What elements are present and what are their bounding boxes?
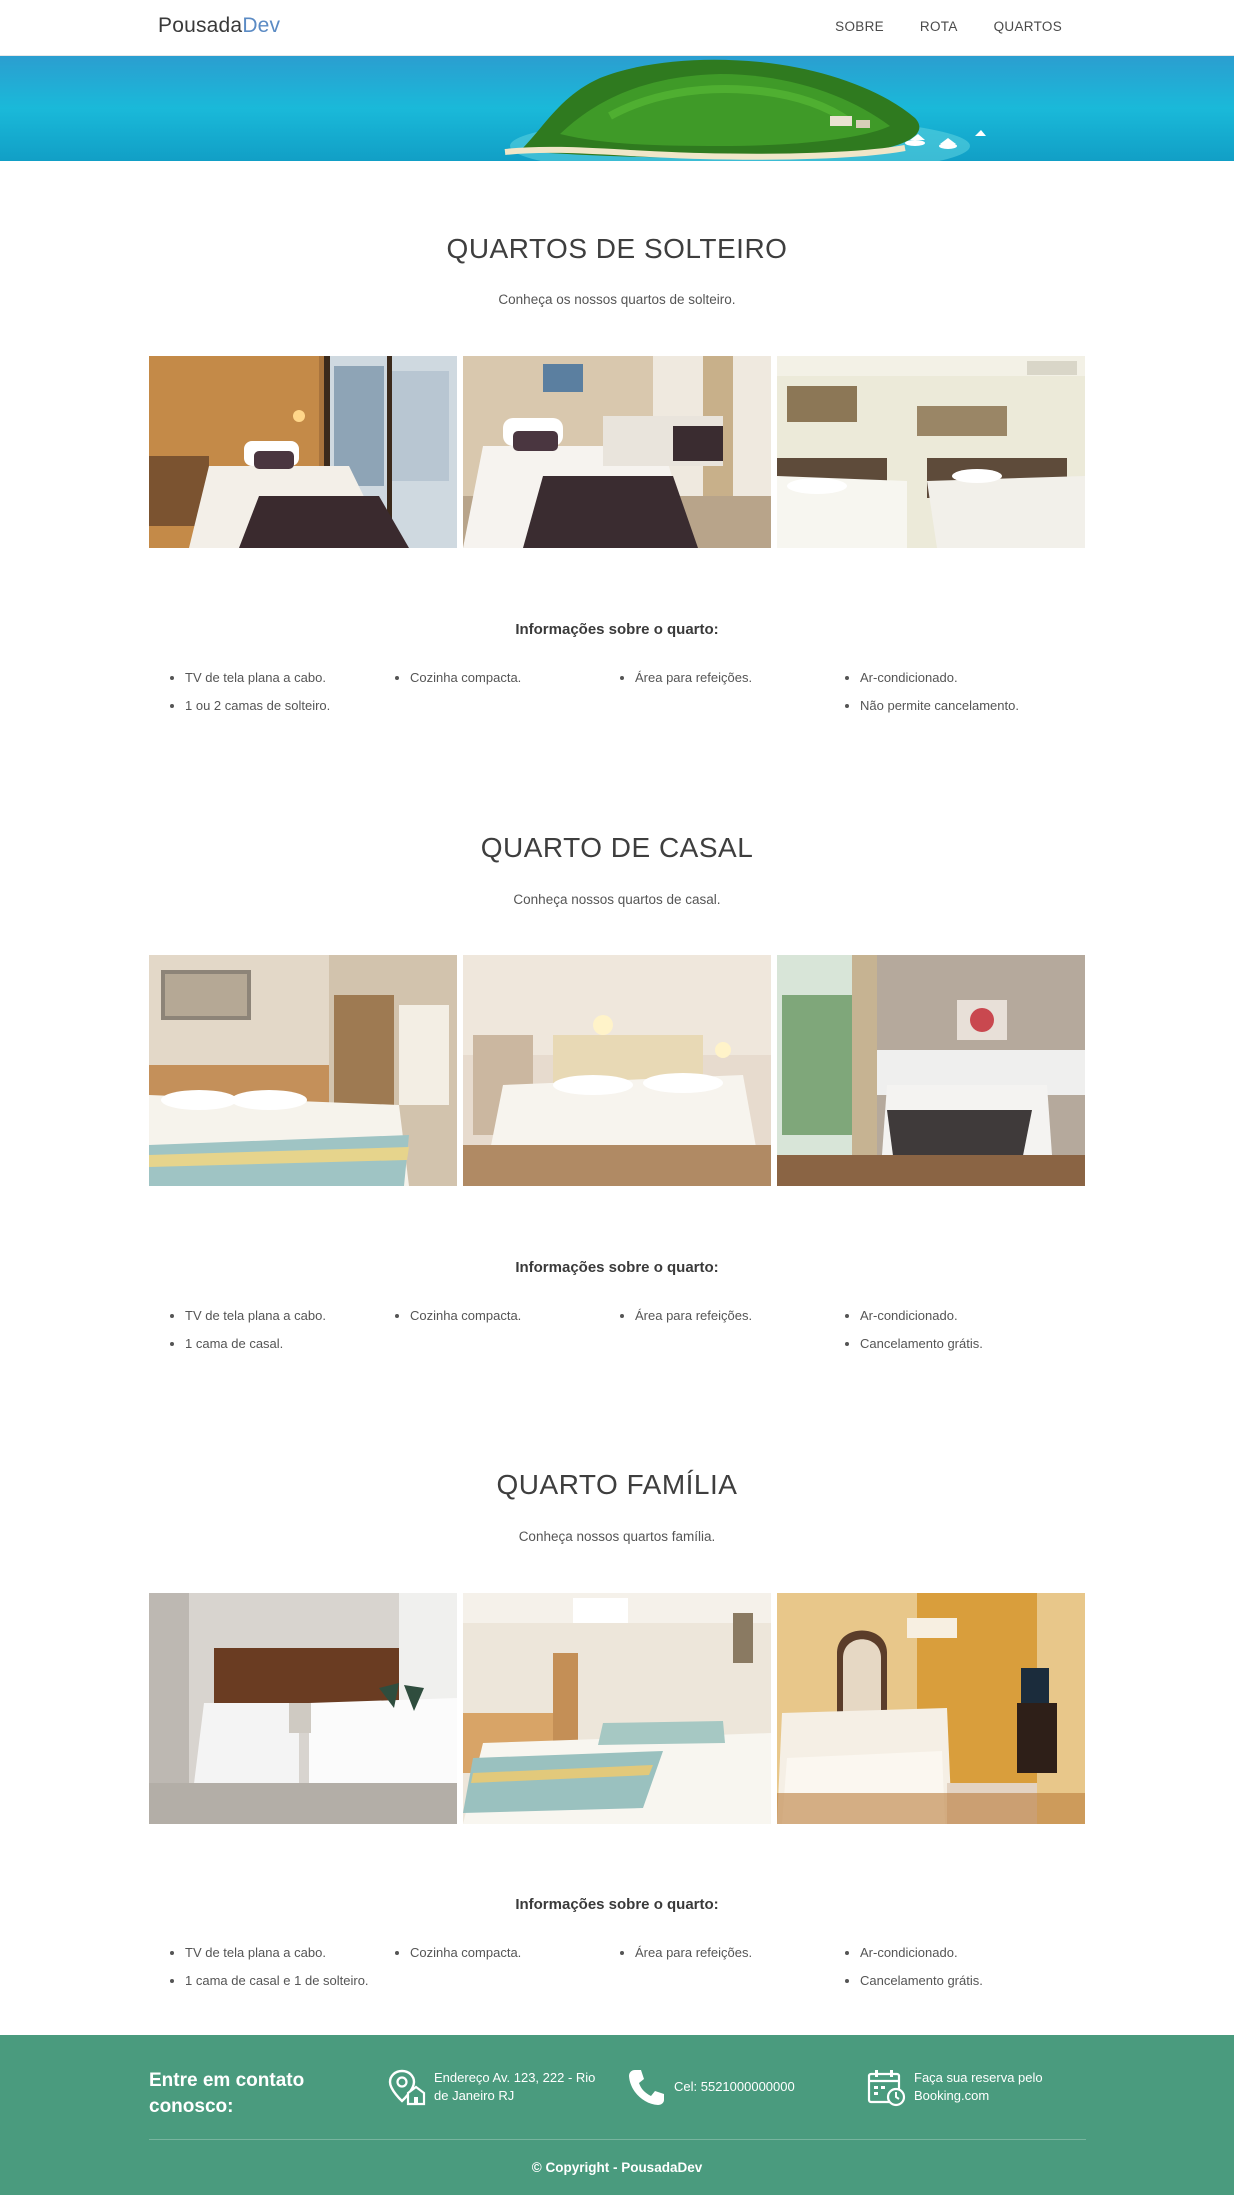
footer-contact-title: Entre em contato conosco: [149, 2070, 305, 2117]
info-title-familia: Informações sobre o quarto: [515, 1896, 719, 1913]
footer-divider [149, 2139, 1086, 2140]
list-item: 1 cama de casal. [185, 1330, 374, 1358]
footer-phone: Cel: 5521000000000 [626, 2067, 849, 2107]
calendar-icon [866, 2067, 906, 2107]
gallery-casal [149, 955, 1086, 1186]
brand-main: Pousada [158, 14, 243, 37]
footer-booking-text[interactable]: Faça sua reserva pelo Booking.com [914, 2069, 1089, 2105]
section-subtitle-familia: Conheça nossos quartos família. [518, 1529, 716, 1544]
list-item: Cancelamento grátis. [860, 1967, 1049, 1995]
list-item: 1 ou 2 camas de solteiro. [185, 692, 374, 720]
hero-banner [0, 56, 1234, 161]
info-title-solteiro: Informações sobre o quarto: [515, 621, 719, 638]
room-photo[interactable] [149, 955, 457, 1186]
list-item: Cozinha compacta. [410, 1939, 599, 1967]
list-item: Não permite cancelamento. [860, 692, 1049, 720]
room-photo[interactable] [463, 1593, 771, 1824]
nav-menu: SOBRE ROTA QUARTOS [799, 19, 1062, 34]
list-item: Ar-condicionado. [860, 1302, 1049, 1330]
nav-link-quartos[interactable]: QUARTOS [994, 19, 1062, 34]
island-image [0, 56, 1234, 161]
footer-copyright: © Copyright - PousadaDev [531, 2160, 703, 2175]
nav-link-sobre[interactable]: SOBRE [835, 19, 884, 34]
brand-logo[interactable]: PousadaDev [158, 14, 280, 38]
footer: Entre em contato conosco: Endereço Av. 1… [0, 2035, 1234, 2195]
room-photo[interactable] [463, 356, 771, 548]
room-photo[interactable] [777, 356, 1085, 548]
list-item: TV de tela plana a cabo. [185, 1939, 374, 1967]
footer-booking: Faça sua reserva pelo Booking.com [866, 2067, 1089, 2107]
list-item: Cozinha compacta. [410, 1302, 599, 1330]
section-subtitle-casal: Conheça nossos quartos de casal. [513, 892, 721, 907]
room-photo[interactable] [463, 955, 771, 1186]
room-photo[interactable] [777, 1593, 1085, 1824]
section-subtitle-solteiro: Conheça os nossos quartos de solteiro. [498, 292, 736, 307]
info-list-casal: TV de tela plana a cabo. 1 cama de casal… [149, 1302, 1086, 1358]
room-photo[interactable] [777, 955, 1085, 1186]
location-icon [386, 2067, 426, 2107]
footer-address: Endereço Av. 123, 222 - Rio de Janeiro R… [386, 2067, 609, 2107]
list-item: Cozinha compacta. [410, 664, 599, 692]
room-photo[interactable] [149, 356, 457, 548]
phone-icon [626, 2067, 666, 2107]
list-item: Área para refeições. [635, 1939, 824, 1967]
list-item: Ar-condicionado. [860, 1939, 1049, 1967]
list-item: Cancelamento grátis. [860, 1330, 1049, 1358]
footer-phone-text: Cel: 5521000000000 [674, 2079, 795, 2094]
list-item: 1 cama de casal e 1 de solteiro. [185, 1967, 374, 1995]
info-list-solteiro: TV de tela plana a cabo. 1 ou 2 camas de… [149, 664, 1086, 720]
footer-address-text: Endereço Av. 123, 222 - Rio de Janeiro R… [434, 2070, 596, 2103]
info-title-casal: Informações sobre o quarto: [515, 1259, 719, 1276]
gallery-solteiro [149, 356, 1086, 548]
gallery-familia [149, 1593, 1086, 1824]
list-item: TV de tela plana a cabo. [185, 1302, 374, 1330]
list-item: Área para refeições. [635, 1302, 824, 1330]
nav-link-rota[interactable]: ROTA [920, 19, 958, 34]
info-list-familia: TV de tela plana a cabo. 1 cama de casal… [149, 1939, 1086, 1995]
navbar: PousadaDev SOBRE ROTA QUARTOS [0, 0, 1234, 56]
list-item: Ar-condicionado. [860, 664, 1049, 692]
section-title-casal: QUARTO DE CASAL [480, 832, 754, 863]
room-photo[interactable] [149, 1593, 457, 1824]
section-title-familia: QUARTO FAMÍLIA [496, 1469, 738, 1500]
list-item: TV de tela plana a cabo. [185, 664, 374, 692]
list-item: Área para refeições. [635, 664, 824, 692]
section-title-solteiro: QUARTOS DE SOLTEIRO [446, 233, 788, 264]
brand-accent: Dev [242, 14, 281, 37]
